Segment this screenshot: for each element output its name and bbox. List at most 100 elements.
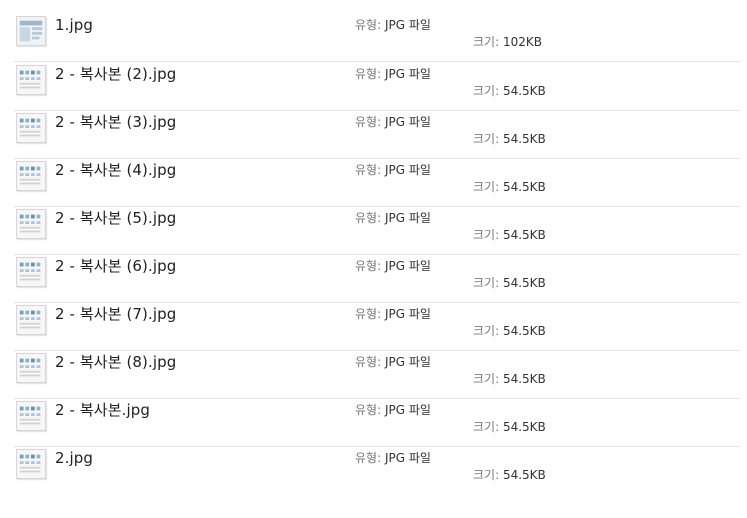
file-type: 유형: JPG 파일 [355, 161, 431, 179]
file-name: 2 - 복사본 (8).jpg [55, 353, 177, 371]
size-colon: : [495, 35, 503, 49]
image-thumbnail-graphic [17, 354, 45, 382]
image-thumbnail-icon [16, 353, 46, 383]
type-colon: : [377, 403, 385, 417]
file-type-value: JPG 파일 [384, 18, 431, 32]
type-label: 유형 [355, 115, 378, 129]
image-thumbnail-graphic [17, 17, 45, 45]
size-colon: : [495, 84, 503, 98]
file-row[interactable]: 2 - 복사본 (2).jpg 유형: JPG 파일 크기: 54.5KB [14, 63, 740, 111]
type-colon: : [377, 163, 385, 177]
file-type-value: JPG 파일 [384, 259, 431, 273]
type-label: 유형 [355, 307, 378, 321]
image-thumbnail-icon [16, 305, 46, 335]
file-type-value: JPG 파일 [384, 451, 431, 465]
file-name: 2.jpg [55, 449, 94, 467]
size-colon: : [495, 180, 503, 194]
type-colon: : [377, 307, 385, 321]
file-size-value: 54.5KB [502, 180, 546, 194]
file-size-value: 54.5KB [502, 276, 546, 290]
type-colon: : [377, 451, 385, 465]
file-size-value: 54.5KB [502, 228, 546, 242]
file-row[interactable]: 2 - 복사본 (5).jpg 유형: JPG 파일 크기: 54.5KB [14, 207, 740, 255]
image-thumbnail-graphic [17, 306, 45, 334]
file-size: 크기: 102KB [473, 33, 542, 51]
file-size: 크기: 54.5KB [473, 274, 546, 292]
file-type-value: JPG 파일 [384, 115, 431, 129]
file-row[interactable]: 2 - 복사본.jpg 유형: JPG 파일 크기: 54.5KB [14, 399, 740, 447]
file-row[interactable]: 2 - 복사본 (4).jpg 유형: JPG 파일 크기: 54.5KB [14, 159, 740, 207]
file-type: 유형: JPG 파일 [355, 16, 431, 34]
size-colon: : [495, 420, 503, 434]
file-type-value: JPG 파일 [384, 67, 431, 81]
type-colon: : [377, 355, 385, 369]
size-label: 크기 [473, 420, 496, 434]
image-thumbnail-icon [16, 401, 46, 431]
image-thumbnail-icon [16, 449, 46, 479]
size-colon: : [495, 228, 503, 242]
type-label: 유형 [355, 163, 378, 177]
file-name: 1.jpg [55, 16, 94, 34]
file-type: 유형: JPG 파일 [355, 401, 431, 419]
file-name: 2 - 복사본 (2).jpg [55, 65, 177, 83]
file-row[interactable]: 2.jpg 유형: JPG 파일 크기: 54.5KB [14, 447, 740, 495]
type-colon: : [377, 259, 385, 273]
size-label: 크기 [473, 324, 496, 338]
file-size-value: 54.5KB [502, 420, 546, 434]
file-size-value: 54.5KB [502, 372, 546, 386]
file-type: 유형: JPG 파일 [355, 449, 431, 467]
size-label: 크기 [473, 372, 496, 386]
file-name: 2 - 복사본 (5).jpg [55, 209, 177, 227]
file-size-value: 54.5KB [502, 468, 546, 482]
file-size: 크기: 54.5KB [473, 82, 546, 100]
file-row[interactable]: 1.jpg 유형: JPG 파일 크기: 102KB [14, 14, 740, 62]
file-row[interactable]: 2 - 복사본 (8).jpg 유형: JPG 파일 크기: 54.5KB [14, 351, 740, 399]
type-colon: : [377, 115, 385, 129]
image-thumbnail-graphic [17, 162, 45, 190]
size-colon: : [495, 372, 503, 386]
file-type-value: JPG 파일 [384, 403, 431, 417]
type-label: 유형 [355, 451, 378, 465]
file-type: 유형: JPG 파일 [355, 65, 431, 83]
file-name: 2 - 복사본.jpg [55, 401, 150, 419]
file-size-value: 54.5KB [502, 84, 546, 98]
image-thumbnail-icon [16, 161, 46, 191]
file-type: 유형: JPG 파일 [355, 113, 431, 131]
type-label: 유형 [355, 211, 378, 225]
file-row[interactable]: 2 - 복사본 (6).jpg 유형: JPG 파일 크기: 54.5KB [14, 255, 740, 303]
image-thumbnail-graphic [17, 450, 45, 478]
file-type-value: JPG 파일 [384, 211, 431, 225]
file-type: 유형: JPG 파일 [355, 305, 431, 323]
size-label: 크기 [473, 180, 496, 194]
file-size: 크기: 54.5KB [473, 418, 546, 436]
type-label: 유형 [355, 259, 378, 273]
image-thumbnail-graphic [17, 210, 45, 238]
size-colon: : [495, 132, 503, 146]
image-thumbnail-graphic [17, 402, 45, 430]
file-size-value: 54.5KB [502, 132, 546, 146]
file-size: 크기: 54.5KB [473, 322, 546, 340]
type-colon: : [377, 18, 385, 32]
image-thumbnail-icon [16, 209, 46, 239]
file-size: 크기: 54.5KB [473, 178, 546, 196]
file-row[interactable]: 2 - 복사본 (7).jpg 유형: JPG 파일 크기: 54.5KB [14, 303, 740, 351]
image-thumbnail-graphic [17, 114, 45, 142]
size-label: 크기 [473, 84, 496, 98]
file-name: 2 - 복사본 (3).jpg [55, 113, 177, 131]
image-thumbnail-icon [16, 16, 46, 46]
file-type-value: JPG 파일 [384, 163, 431, 177]
file-name: 2 - 복사본 (6).jpg [55, 257, 177, 275]
size-label: 크기 [473, 276, 496, 290]
file-size-value: 102KB [502, 35, 542, 49]
file-size-value: 54.5KB [502, 324, 546, 338]
file-type-value: JPG 파일 [384, 307, 431, 321]
file-size: 크기: 54.5KB [473, 130, 546, 148]
type-label: 유형 [355, 18, 378, 32]
file-row[interactable]: 2 - 복사본 (3).jpg 유형: JPG 파일 크기: 54.5KB [14, 111, 740, 159]
size-colon: : [495, 324, 503, 338]
type-label: 유형 [355, 355, 378, 369]
type-label: 유형 [355, 403, 378, 417]
file-type: 유형: JPG 파일 [355, 257, 431, 275]
size-label: 크기 [473, 228, 496, 242]
image-thumbnail-graphic [17, 258, 45, 286]
